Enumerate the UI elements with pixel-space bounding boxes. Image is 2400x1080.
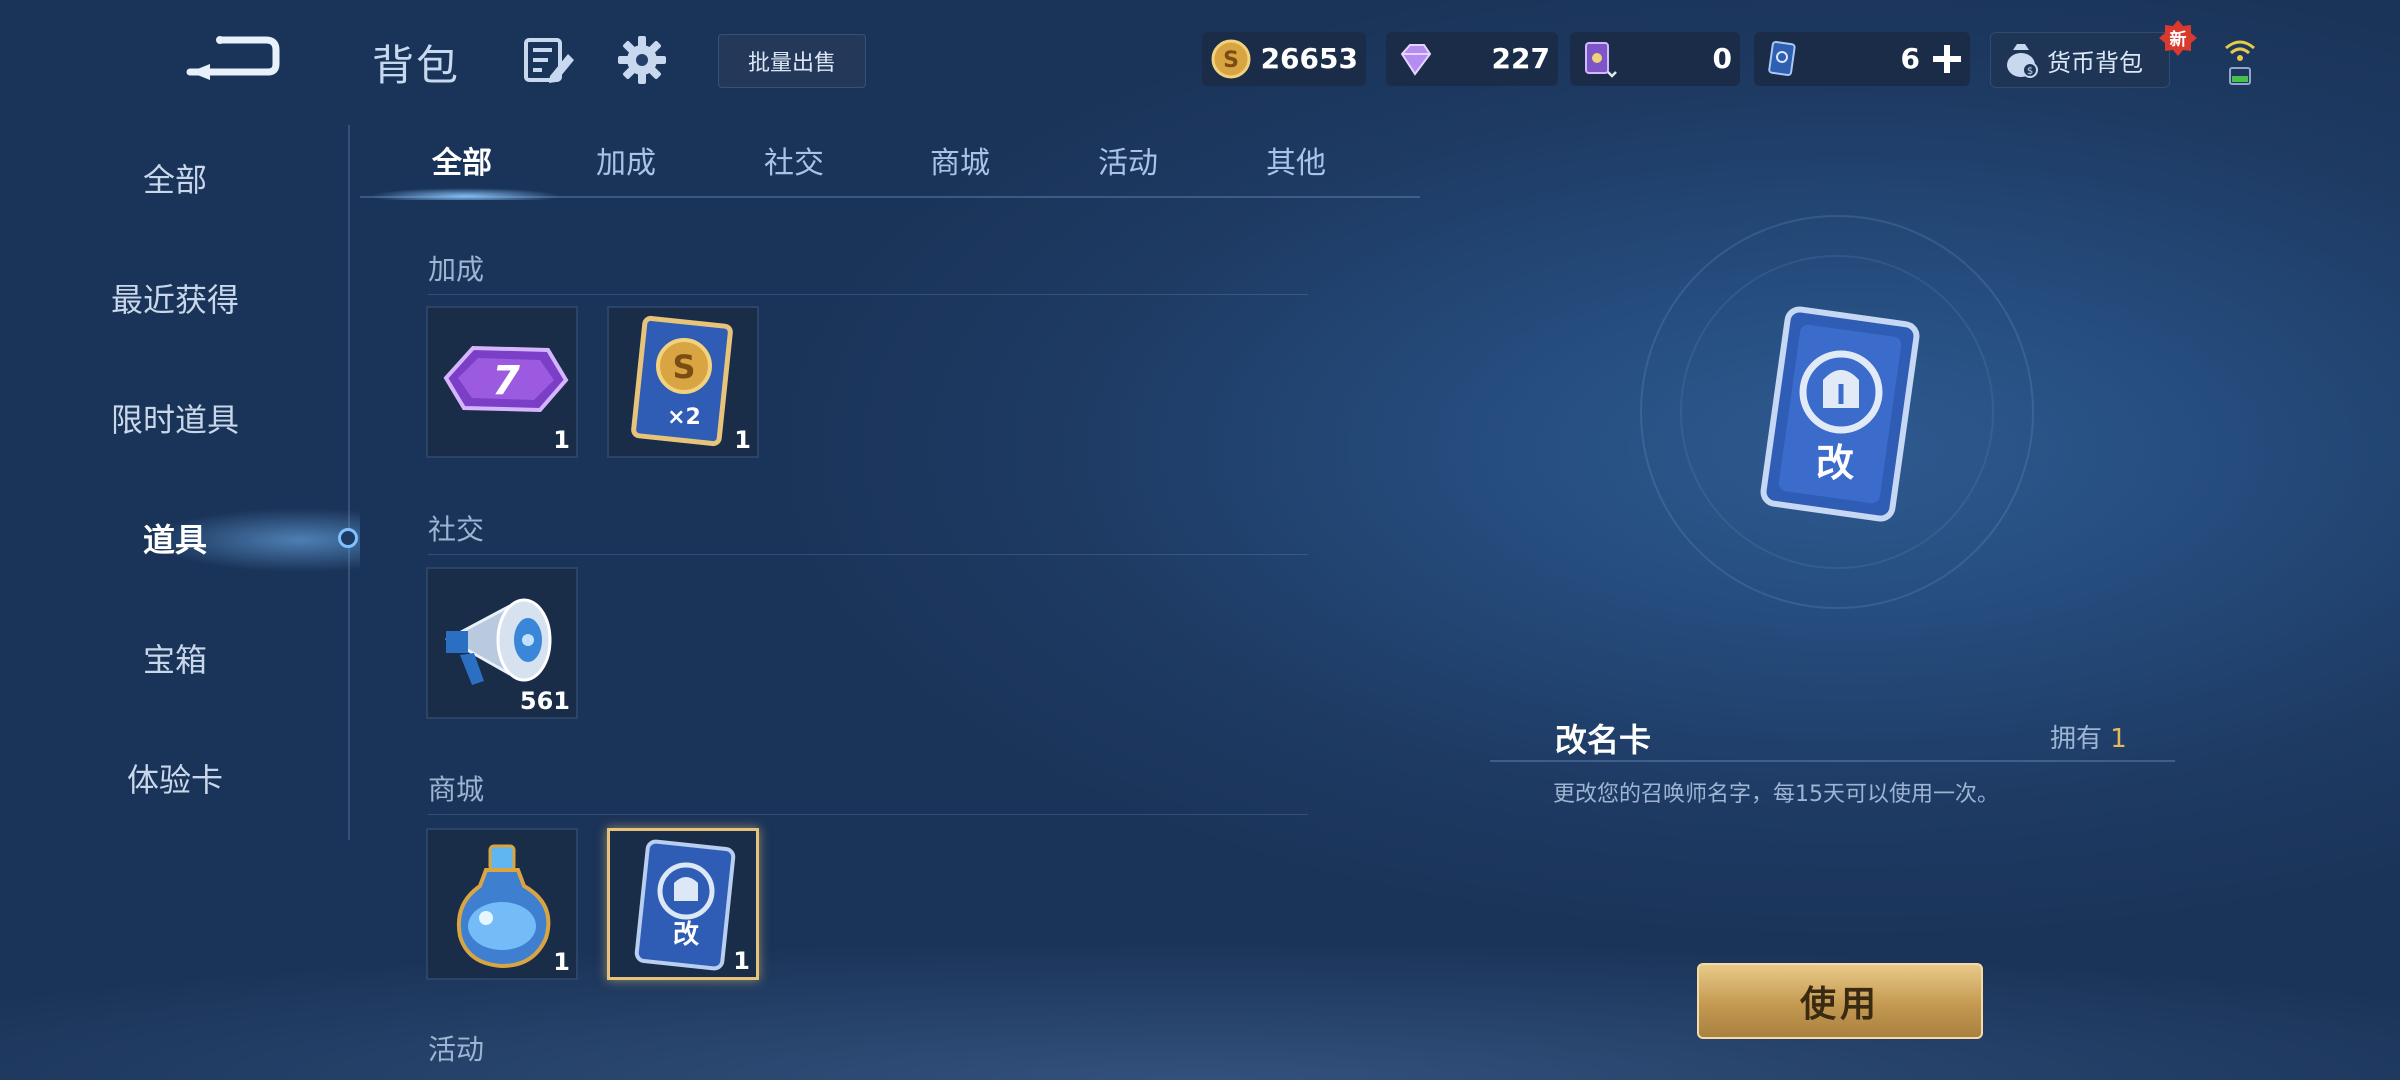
gold-coin-value: 26653: [1260, 42, 1358, 75]
tab-active-underline: [370, 188, 560, 200]
page-title: 背包: [372, 41, 461, 90]
tab-other[interactable]: 其他: [1226, 138, 1366, 182]
background-wave: [0, 820, 2400, 1080]
sidebar-item-recent[interactable]: 最近获得: [0, 265, 350, 335]
svg-text:7: 7: [492, 358, 520, 404]
sidebar-item-all[interactable]: 全部: [0, 145, 350, 215]
owned-count: 拥有 1: [2050, 718, 2127, 755]
svg-text:改: 改: [1816, 441, 1854, 485]
nav-divider: [348, 125, 350, 840]
item-slot-megaphone[interactable]: 561: [426, 567, 578, 719]
new-badge-text: 新: [2170, 29, 2187, 50]
item-slot-rename-card[interactable]: 改 1: [607, 828, 759, 980]
purple-ticket-balance[interactable]: 0: [1570, 32, 1740, 86]
new-badge: 新: [2159, 20, 2197, 56]
sidebar-item-limited[interactable]: 限时道具: [0, 385, 350, 455]
diamond-icon: [1400, 44, 1432, 76]
blue-card-icon: [1768, 41, 1796, 76]
item-count: 1: [553, 948, 570, 976]
item-count: 1: [734, 426, 751, 454]
gold-coin-icon: S: [1211, 39, 1251, 79]
item-count: 561: [519, 687, 570, 715]
item-slot-gold-double-card[interactable]: S ×2 1: [607, 306, 759, 458]
svg-text:S: S: [672, 348, 695, 386]
sidebar-item-chest[interactable]: 宝箱: [0, 625, 350, 695]
item-slot-exp-card[interactable]: 7 1: [426, 306, 578, 458]
section-divider: [428, 294, 1308, 295]
rename-card-large-icon: 改: [1760, 306, 1920, 522]
svg-text:×2: ×2: [667, 405, 701, 430]
tab-buff[interactable]: 加成: [556, 138, 696, 182]
section-title-shop: 商城: [428, 773, 485, 806]
svg-text:$: $: [2027, 66, 2033, 77]
back-arrow-icon[interactable]: [180, 28, 280, 86]
currency-wallet-button[interactable]: $ 货币背包: [1990, 32, 2170, 88]
item-description: 更改您的召唤师名字，每15天可以使用一次。: [1553, 782, 1999, 807]
bulk-sell-button[interactable]: 批量出售: [718, 34, 866, 88]
diamond-balance: 227: [1386, 32, 1558, 86]
tab-shop[interactable]: 商城: [890, 138, 1030, 182]
item-count: 1: [553, 426, 570, 454]
section-title-social: 社交: [428, 513, 485, 546]
section-title-buff: 加成: [428, 253, 485, 286]
item-name: 改名卡: [1555, 721, 1652, 759]
section-divider: [428, 814, 1308, 815]
detail-divider: [1490, 760, 2175, 762]
plus-icon[interactable]: [1930, 42, 1964, 76]
wallet-label: 货币背包: [2047, 48, 2143, 77]
tab-event[interactable]: 活动: [1058, 138, 1198, 182]
top-bar: 背包 批量出售 S 26653 227 0 6 $ 货币背包 新: [0, 0, 2400, 120]
diamond-value: 227: [1491, 42, 1550, 75]
money-bag-icon: $: [2007, 44, 2038, 78]
sidebar-item-props[interactable]: 道具: [0, 505, 350, 575]
blue-card-value: 6: [1900, 42, 1920, 75]
blue-card-balance: 6: [1754, 32, 1970, 86]
tab-all[interactable]: 全部: [392, 138, 532, 182]
owned-label: 拥有: [2050, 724, 2103, 754]
section-divider: [428, 554, 1308, 555]
purple-ticket-value: 0: [1712, 42, 1732, 75]
svg-text:S: S: [1223, 48, 1239, 73]
item-slot-potion[interactable]: 1: [426, 828, 578, 980]
svg-text:改: 改: [673, 919, 699, 950]
edit-list-icon[interactable]: [520, 32, 576, 88]
wifi-battery-icon: [2225, 40, 2255, 85]
gear-icon[interactable]: [614, 32, 670, 88]
owned-value: 1: [2110, 724, 2127, 754]
section-title-event: 活动: [428, 1033, 485, 1066]
use-button[interactable]: 使用: [1697, 963, 1983, 1039]
purple-ticket-icon: [1585, 42, 1617, 78]
item-count: 1: [733, 947, 750, 975]
tab-social[interactable]: 社交: [724, 138, 864, 182]
sidebar-item-trial-card[interactable]: 体验卡: [0, 745, 350, 815]
gold-coin-balance: S 26653: [1202, 32, 1366, 86]
